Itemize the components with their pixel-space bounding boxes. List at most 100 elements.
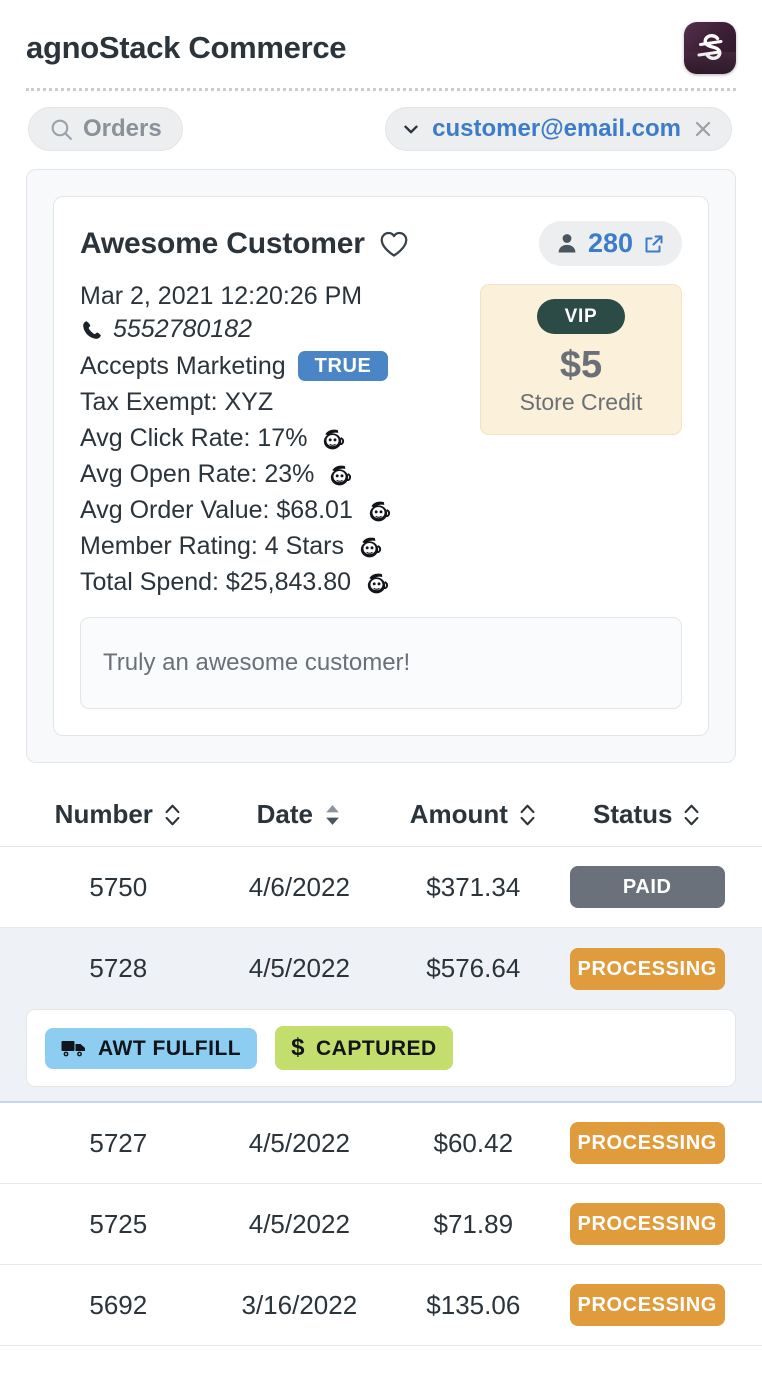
detail-total-spend: Total Spend: $25,843.80 [80, 568, 462, 597]
column-header-amount[interactable]: Amount [410, 799, 537, 830]
order-row-block: 5725 4/5/2022 $71.89 PROCESSING [0, 1184, 762, 1265]
cell-status: PROCESSING [558, 947, 736, 990]
sort-chevrons-icon[interactable] [682, 802, 701, 828]
status-badge: PROCESSING [569, 1203, 725, 1245]
table-row[interactable]: 5725 4/5/2022 $71.89 PROCESSING [0, 1184, 762, 1265]
mailchimp-icon [363, 570, 390, 595]
status-badge: PROCESSING [569, 1122, 725, 1164]
column-header-date[interactable]: Date [257, 799, 342, 830]
customer-phone-row: 5552780182 [80, 315, 462, 344]
store-credit-label: Store Credit [519, 389, 643, 415]
person-icon [555, 231, 579, 256]
customer-details-column: Mar 2, 2021 12:20:26 PM 5552780182 Accep… [80, 278, 462, 597]
detail-label: Member Rating: 4 Stars [80, 532, 344, 560]
customer-card-body: Mar 2, 2021 12:20:26 PM 5552780182 Accep… [80, 278, 682, 597]
table-row[interactable]: 5750 4/6/2022 $371.34 PAID [0, 847, 762, 928]
customer-name-group: Awesome Customer [80, 221, 409, 261]
cell-status: PROCESSING [558, 1203, 736, 1245]
detail-member-rating: Member Rating: 4 Stars [80, 532, 462, 561]
sort-chevrons-filled-icon[interactable] [323, 802, 342, 828]
tag-captured[interactable]: $ CAPTURED [275, 1026, 453, 1070]
tag-label: CAPTURED [316, 1036, 437, 1060]
mailchimp-icon [365, 498, 392, 523]
detail-label: Accepts Marketing [80, 351, 286, 380]
search-input[interactable]: Orders [28, 107, 183, 151]
detail-label: Tax Exempt: XYZ [80, 388, 274, 416]
cell-date: 3/16/2022 [241, 1289, 358, 1320]
detail-accepts-marketing: Accepts Marketing TRUE [80, 351, 462, 381]
search-placeholder-label: Orders [83, 115, 162, 142]
cell-date: 4/5/2022 [248, 1127, 350, 1158]
order-row-block: 5692 3/16/2022 $135.06 PROCESSING [0, 1265, 762, 1346]
mailchimp-icon [326, 462, 353, 487]
search-icon [49, 117, 74, 142]
table-row[interactable]: 5727 4/5/2022 $60.42 PROCESSING [0, 1103, 762, 1184]
column-header-status[interactable]: Status [593, 799, 701, 830]
cell-number: 5728 [89, 953, 148, 983]
customer-count-value: 280 [587, 228, 633, 258]
detail-label: Avg Click Rate: 17% [80, 424, 308, 452]
detail-label: Avg Open Rate: 23% [80, 460, 315, 488]
column-label: Date [256, 799, 314, 829]
customer-panel: Awesome Customer 280 Mar 2, 2021 12:20:2… [26, 169, 736, 763]
customer-count-badge[interactable]: 280 [538, 221, 682, 266]
cell-date: 4/5/2022 [248, 1208, 350, 1239]
status-badge: PROCESSING [569, 1284, 725, 1326]
status-badge: PAID [569, 866, 725, 908]
order-row-block: 5750 4/6/2022 $371.34 PAID [0, 847, 762, 928]
column-label: Number [54, 799, 153, 829]
status-badge: PROCESSING [569, 947, 725, 990]
column-label: Amount [409, 799, 508, 829]
customer-note-box[interactable]: Truly an awesome customer! [80, 617, 682, 709]
cell-number: 5727 [89, 1127, 148, 1158]
external-link-icon[interactable] [642, 232, 666, 256]
cell-number: 5692 [89, 1289, 148, 1320]
customer-email-chip[interactable]: customer@email.com [385, 107, 732, 151]
customer-email-label: customer@email.com [432, 115, 681, 142]
tag-awaiting-fulfillment[interactable]: AWT FULFILL [45, 1027, 258, 1069]
vip-badge: VIP [536, 299, 626, 334]
tag-label: AWT FULFILL [98, 1036, 242, 1060]
detail-label: Avg Order Value: $68.01 [80, 496, 353, 524]
store-credit-column: VIP $5 Store Credit [480, 278, 682, 597]
column-label: Status [593, 799, 673, 829]
cell-status: PROCESSING [558, 1284, 736, 1326]
table-row[interactable]: 5728 4/5/2022 $576.64 PROCESSING [0, 928, 762, 1009]
cell-status: PAID [558, 866, 736, 908]
truck-icon [61, 1039, 87, 1058]
detail-tax-exempt: Tax Exempt: XYZ [80, 388, 462, 417]
cell-status: PROCESSING [558, 1122, 736, 1164]
customer-note-text: Truly an awesome customer! [103, 649, 411, 676]
close-icon[interactable] [691, 117, 715, 141]
cell-amount: $71.89 [433, 1208, 514, 1239]
order-row-block: 5727 4/5/2022 $60.42 PROCESSING [0, 1103, 762, 1184]
orders-table: Number Date Amount Status 5750 4/6/2022 … [0, 789, 762, 1346]
page-title: agnoStack Commerce [26, 30, 347, 65]
cell-amount: $135.06 [426, 1289, 521, 1320]
detail-label: Total Spend: $25,843.80 [80, 568, 352, 596]
orders-table-header: Number Date Amount Status [0, 789, 762, 847]
customer-name: Awesome Customer [80, 227, 365, 260]
customer-card: Awesome Customer 280 Mar 2, 2021 12:20:2… [53, 196, 709, 736]
cell-amount: $576.64 [426, 953, 521, 983]
detail-avg-order-value: Avg Order Value: $68.01 [80, 496, 462, 525]
cell-date: 4/6/2022 [248, 871, 350, 902]
table-row[interactable]: 5692 3/16/2022 $135.06 PROCESSING [0, 1265, 762, 1346]
cell-date: 4/5/2022 [248, 953, 350, 983]
detail-avg-open-rate: Avg Open Rate: 23% [80, 460, 462, 489]
status-badge: TRUE [297, 351, 389, 381]
sort-chevrons-icon[interactable] [518, 802, 537, 828]
customer-card-header: Awesome Customer 280 [80, 221, 682, 266]
dollar-icon: $ [291, 1034, 305, 1061]
agnostack-s-logo-icon[interactable] [684, 22, 736, 74]
heart-outline-icon[interactable] [379, 230, 409, 258]
order-row-block-selected: 5728 4/5/2022 $576.64 PROCESSING AWT FUL… [0, 928, 762, 1103]
sort-chevrons-icon[interactable] [163, 802, 182, 828]
customer-created-date: Mar 2, 2021 12:20:26 PM [80, 282, 363, 310]
detail-avg-click-rate: Avg Click Rate: 17% [80, 424, 462, 453]
customer-phone: 5552780182 [113, 315, 253, 343]
filter-chip-row: Orders customer@email.com [0, 91, 762, 151]
chevron-down-icon[interactable] [400, 118, 422, 140]
cell-number: 5725 [89, 1208, 148, 1239]
column-header-number[interactable]: Number [55, 799, 182, 830]
